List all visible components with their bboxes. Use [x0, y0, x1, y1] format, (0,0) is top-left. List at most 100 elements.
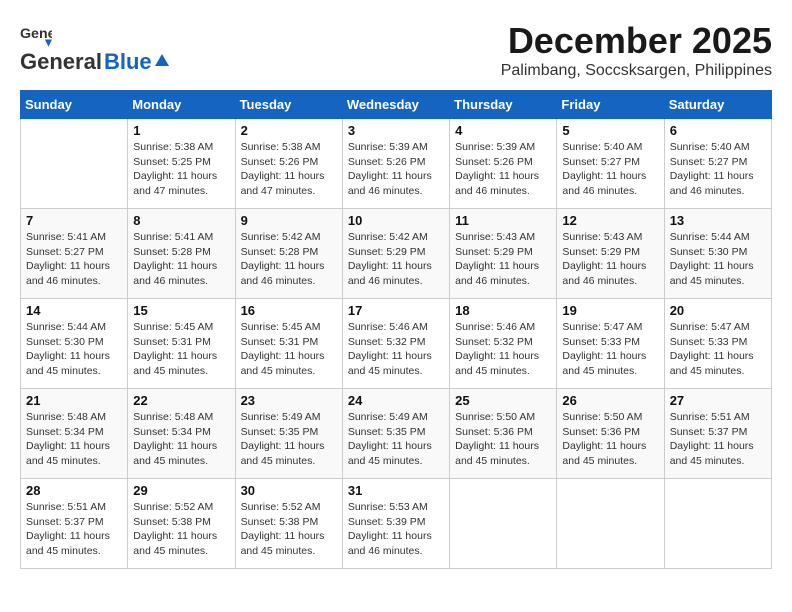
- day-info: Sunrise: 5:47 AMSunset: 5:33 PMDaylight:…: [670, 320, 766, 379]
- day-info: Sunrise: 5:41 AMSunset: 5:28 PMDaylight:…: [133, 230, 229, 289]
- day-number: 7: [26, 213, 122, 228]
- day-number: 12: [562, 213, 658, 228]
- calendar-cell: 19Sunrise: 5:47 AMSunset: 5:33 PMDayligh…: [557, 299, 664, 389]
- logo: General General Blue: [20, 20, 169, 75]
- week-row-3: 14 Sunrise: 5:44 AMSunset: 5:30 PMDayligh…: [21, 299, 772, 389]
- calendar-cell: 24Sunrise: 5:49 AMSunset: 5:35 PMDayligh…: [342, 389, 449, 479]
- logo-icon: General: [20, 20, 52, 57]
- day-info: Sunrise: 5:51 AMSunset: 5:37 PMDaylight:…: [26, 500, 122, 559]
- calendar-table: SundayMondayTuesdayWednesdayThursdayFrid…: [20, 90, 772, 569]
- day-number: 17: [348, 303, 444, 318]
- day-number: 13: [670, 213, 766, 228]
- day-info: Sunrise: 5:43 AMSunset: 5:29 PMDaylight:…: [455, 230, 551, 289]
- day-number: 25: [455, 393, 551, 408]
- logo-blue-text: Blue: [104, 49, 152, 75]
- day-info: Sunrise: 5:51 AMSunset: 5:37 PMDaylight:…: [670, 410, 766, 469]
- logo-triangle-icon: [155, 54, 169, 66]
- day-number: 9: [241, 213, 337, 228]
- day-info: Sunrise: 5:44 AMSunset: 5:30 PMDaylight:…: [26, 320, 122, 379]
- calendar-cell: 26Sunrise: 5:50 AMSunset: 5:36 PMDayligh…: [557, 389, 664, 479]
- calendar-cell: 5 Sunrise: 5:40 AMSunset: 5:27 PMDaylight…: [557, 119, 664, 209]
- day-number: 20: [670, 303, 766, 318]
- calendar-cell: 27 Sunrise: 5:51 AMSunset: 5:37 PMDayligh…: [664, 389, 771, 479]
- calendar-cell: 31Sunrise: 5:53 AMSunset: 5:39 PMDayligh…: [342, 479, 449, 569]
- day-info: Sunrise: 5:48 AMSunset: 5:34 PMDaylight:…: [133, 410, 229, 469]
- calendar-cell: 11 Sunrise: 5:43 AMSunset: 5:29 PMDayligh…: [450, 209, 557, 299]
- day-info: Sunrise: 5:49 AMSunset: 5:35 PMDaylight:…: [348, 410, 444, 469]
- day-number: 27: [670, 393, 766, 408]
- calendar-cell: 12 Sunrise: 5:43 AMSunset: 5:29 PMDayligh…: [557, 209, 664, 299]
- day-number: 23: [241, 393, 337, 408]
- day-number: 2: [241, 123, 337, 138]
- day-number: 22: [133, 393, 229, 408]
- day-number: 6: [670, 123, 766, 138]
- calendar-cell: 30Sunrise: 5:52 AMSunset: 5:38 PMDayligh…: [235, 479, 342, 569]
- svg-text:General: General: [20, 26, 52, 42]
- weekday-header-tuesday: Tuesday: [235, 91, 342, 119]
- day-number: 16: [241, 303, 337, 318]
- day-info: Sunrise: 5:42 AMSunset: 5:29 PMDaylight:…: [348, 230, 444, 289]
- day-info: Sunrise: 5:43 AMSunset: 5:29 PMDaylight:…: [562, 230, 658, 289]
- calendar-cell: 20 Sunrise: 5:47 AMSunset: 5:33 PMDayligh…: [664, 299, 771, 389]
- day-number: 29: [133, 483, 229, 498]
- day-number: 4: [455, 123, 551, 138]
- calendar-cell: 15 Sunrise: 5:45 AMSunset: 5:31 PMDayligh…: [128, 299, 235, 389]
- day-number: 1: [133, 123, 229, 138]
- day-info: Sunrise: 5:46 AMSunset: 5:32 PMDaylight:…: [348, 320, 444, 379]
- calendar-cell: [557, 479, 664, 569]
- day-number: 28: [26, 483, 122, 498]
- calendar-cell: 23 Sunrise: 5:49 AMSunset: 5:35 PMDayligh…: [235, 389, 342, 479]
- day-number: 5: [562, 123, 658, 138]
- day-number: 21: [26, 393, 122, 408]
- day-info: Sunrise: 5:45 AMSunset: 5:31 PMDaylight:…: [133, 320, 229, 379]
- day-number: 11: [455, 213, 551, 228]
- weekday-header-row: SundayMondayTuesdayWednesdayThursdayFrid…: [21, 91, 772, 119]
- calendar-cell: 10 Sunrise: 5:42 AMSunset: 5:29 PMDayligh…: [342, 209, 449, 299]
- weekday-header-wednesday: Wednesday: [342, 91, 449, 119]
- calendar-cell: 7Sunrise: 5:41 AMSunset: 5:27 PMDaylight…: [21, 209, 128, 299]
- day-info: Sunrise: 5:38 AMSunset: 5:25 PMDaylight:…: [133, 140, 229, 199]
- day-number: 30: [241, 483, 337, 498]
- day-number: 10: [348, 213, 444, 228]
- day-info: Sunrise: 5:48 AMSunset: 5:34 PMDaylight:…: [26, 410, 122, 469]
- header: General General Blue December 2025 Palim…: [20, 20, 772, 80]
- week-row-2: 7Sunrise: 5:41 AMSunset: 5:27 PMDaylight…: [21, 209, 772, 299]
- calendar-cell: 4 Sunrise: 5:39 AMSunset: 5:26 PMDaylight…: [450, 119, 557, 209]
- day-info: Sunrise: 5:50 AMSunset: 5:36 PMDaylight:…: [562, 410, 658, 469]
- calendar-cell: [21, 119, 128, 209]
- day-info: Sunrise: 5:40 AMSunset: 5:27 PMDaylight:…: [670, 140, 766, 199]
- calendar-cell: 3 Sunrise: 5:39 AMSunset: 5:26 PMDaylight…: [342, 119, 449, 209]
- day-number: 15: [133, 303, 229, 318]
- day-info: Sunrise: 5:52 AMSunset: 5:38 PMDaylight:…: [133, 500, 229, 559]
- title-section: December 2025 Palimbang, Soccsksargen, P…: [501, 20, 772, 80]
- week-row-1: 1 Sunrise: 5:38 AMSunset: 5:25 PMDaylight…: [21, 119, 772, 209]
- day-number: 3: [348, 123, 444, 138]
- day-number: 8: [133, 213, 229, 228]
- calendar-cell: 18Sunrise: 5:46 AMSunset: 5:32 PMDayligh…: [450, 299, 557, 389]
- day-info: Sunrise: 5:49 AMSunset: 5:35 PMDaylight:…: [241, 410, 337, 469]
- day-info: Sunrise: 5:40 AMSunset: 5:27 PMDaylight:…: [562, 140, 658, 199]
- day-info: Sunrise: 5:53 AMSunset: 5:39 PMDaylight:…: [348, 500, 444, 559]
- calendar-cell: 28 Sunrise: 5:51 AMSunset: 5:37 PMDayligh…: [21, 479, 128, 569]
- calendar-cell: 2Sunrise: 5:38 AMSunset: 5:26 PMDaylight…: [235, 119, 342, 209]
- day-number: 14: [26, 303, 122, 318]
- weekday-header-friday: Friday: [557, 91, 664, 119]
- day-info: Sunrise: 5:44 AMSunset: 5:30 PMDaylight:…: [670, 230, 766, 289]
- month-title: December 2025: [501, 20, 772, 62]
- calendar-cell: 22 Sunrise: 5:48 AMSunset: 5:34 PMDayligh…: [128, 389, 235, 479]
- week-row-4: 21 Sunrise: 5:48 AMSunset: 5:34 PMDayligh…: [21, 389, 772, 479]
- day-number: 19: [562, 303, 658, 318]
- weekday-header-thursday: Thursday: [450, 91, 557, 119]
- day-info: Sunrise: 5:39 AMSunset: 5:26 PMDaylight:…: [455, 140, 551, 199]
- day-info: Sunrise: 5:42 AMSunset: 5:28 PMDaylight:…: [241, 230, 337, 289]
- calendar-cell: 21 Sunrise: 5:48 AMSunset: 5:34 PMDayligh…: [21, 389, 128, 479]
- calendar-cell: 25Sunrise: 5:50 AMSunset: 5:36 PMDayligh…: [450, 389, 557, 479]
- calendar-cell: 17 Sunrise: 5:46 AMSunset: 5:32 PMDayligh…: [342, 299, 449, 389]
- calendar-cell: 1 Sunrise: 5:38 AMSunset: 5:25 PMDaylight…: [128, 119, 235, 209]
- week-row-5: 28 Sunrise: 5:51 AMSunset: 5:37 PMDayligh…: [21, 479, 772, 569]
- weekday-header-monday: Monday: [128, 91, 235, 119]
- day-info: Sunrise: 5:39 AMSunset: 5:26 PMDaylight:…: [348, 140, 444, 199]
- calendar-cell: 29 Sunrise: 5:52 AMSunset: 5:38 PMDayligh…: [128, 479, 235, 569]
- location-title: Palimbang, Soccsksargen, Philippines: [501, 62, 772, 80]
- day-info: Sunrise: 5:46 AMSunset: 5:32 PMDaylight:…: [455, 320, 551, 379]
